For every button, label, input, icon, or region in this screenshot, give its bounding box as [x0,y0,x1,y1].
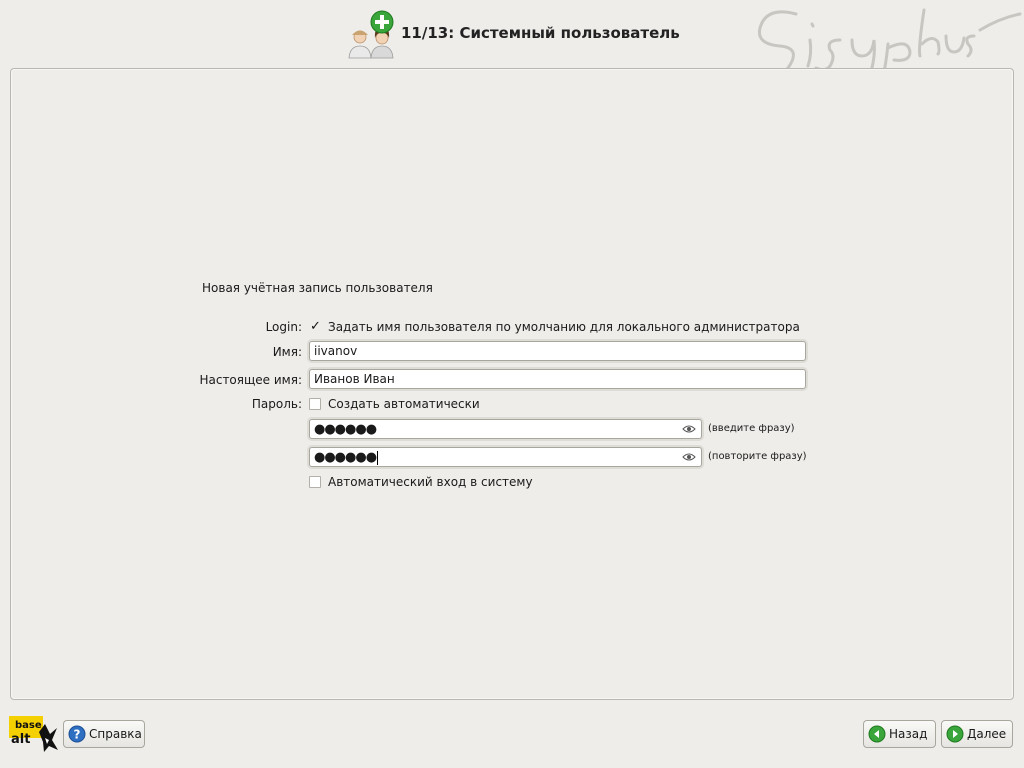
autologin-checkbox[interactable] [309,476,321,488]
basealt-logo: base alt [9,716,59,752]
next-button[interactable]: Далее [941,720,1013,748]
auto-password-checkbox[interactable] [309,398,321,410]
username-input[interactable]: iivanov [309,341,806,361]
users-add-icon [348,10,394,59]
eye-icon[interactable] [682,422,696,436]
next-button-label: Далее [967,727,1007,741]
section-heading: Новая учётная запись пользователя [202,281,433,295]
password-label: Пароль: [251,397,302,411]
svg-text:alt: alt [11,732,30,747]
page-title: 11/13: Системный пользователь [401,24,680,42]
login-label: Login: [265,320,302,334]
autologin-checkbox-label[interactable]: Автоматический вход в систему [328,475,533,489]
help-button-label: Справка [89,727,142,741]
password-confirm-input[interactable]: ●●●●●● [309,447,702,467]
username-label: Имя: [272,345,302,359]
realname-input[interactable]: Иванов Иван [309,369,806,389]
svg-text:base: base [15,720,42,731]
password-input[interactable]: ●●●●●● [309,419,702,439]
auto-password-checkbox-label[interactable]: Создать автоматически [328,397,480,411]
eye-icon[interactable] [682,450,696,464]
checkmark-icon: ✓ [310,319,321,334]
help-icon: ? [68,725,86,743]
back-button[interactable]: Назад [863,720,936,748]
help-button[interactable]: ? Справка [63,720,145,748]
password-mask: ●●●●●● [314,422,377,437]
password-confirm-mask: ●●●●●● [314,450,379,465]
password-hint: (введите фразу) [708,423,795,434]
realname-label: Настоящее имя: [199,373,302,387]
password-confirm-hint: (повторите фразу) [708,451,807,462]
login-default-checkbox[interactable]: ✓ [309,319,321,334]
arrow-right-icon [946,725,964,743]
login-default-checkbox-label[interactable]: Задать имя пользователя по умолчанию для… [328,320,800,334]
back-button-label: Назад [889,727,928,741]
arrow-left-icon [868,725,886,743]
svg-text:?: ? [74,728,81,742]
